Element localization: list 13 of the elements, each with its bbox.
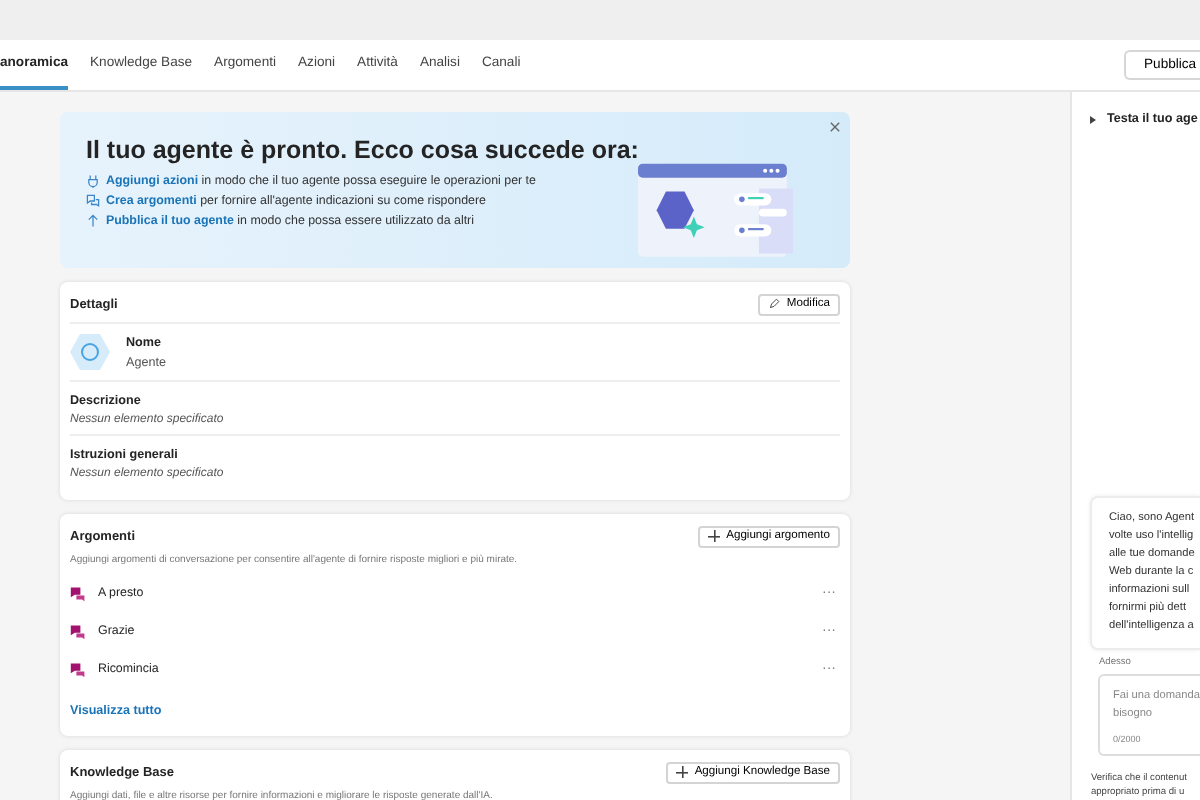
chat-bubbles-icon <box>70 585 86 601</box>
plug-icon <box>86 174 100 188</box>
agent-avatar-icon <box>70 334 110 370</box>
arrow-up-icon <box>86 214 100 228</box>
caret-icon <box>1090 115 1097 123</box>
banner-title: Il tuo agente è pronto. Ecco cosa succede ora: <box>86 136 639 164</box>
chat-bubbles-icon <box>70 661 86 677</box>
plus-icon <box>708 530 721 542</box>
plus-icon <box>676 766 689 778</box>
close-icon[interactable] <box>828 120 842 134</box>
chat-bubbles-icon <box>70 623 86 639</box>
chat-icon <box>86 194 100 208</box>
pencil-icon <box>768 298 781 310</box>
